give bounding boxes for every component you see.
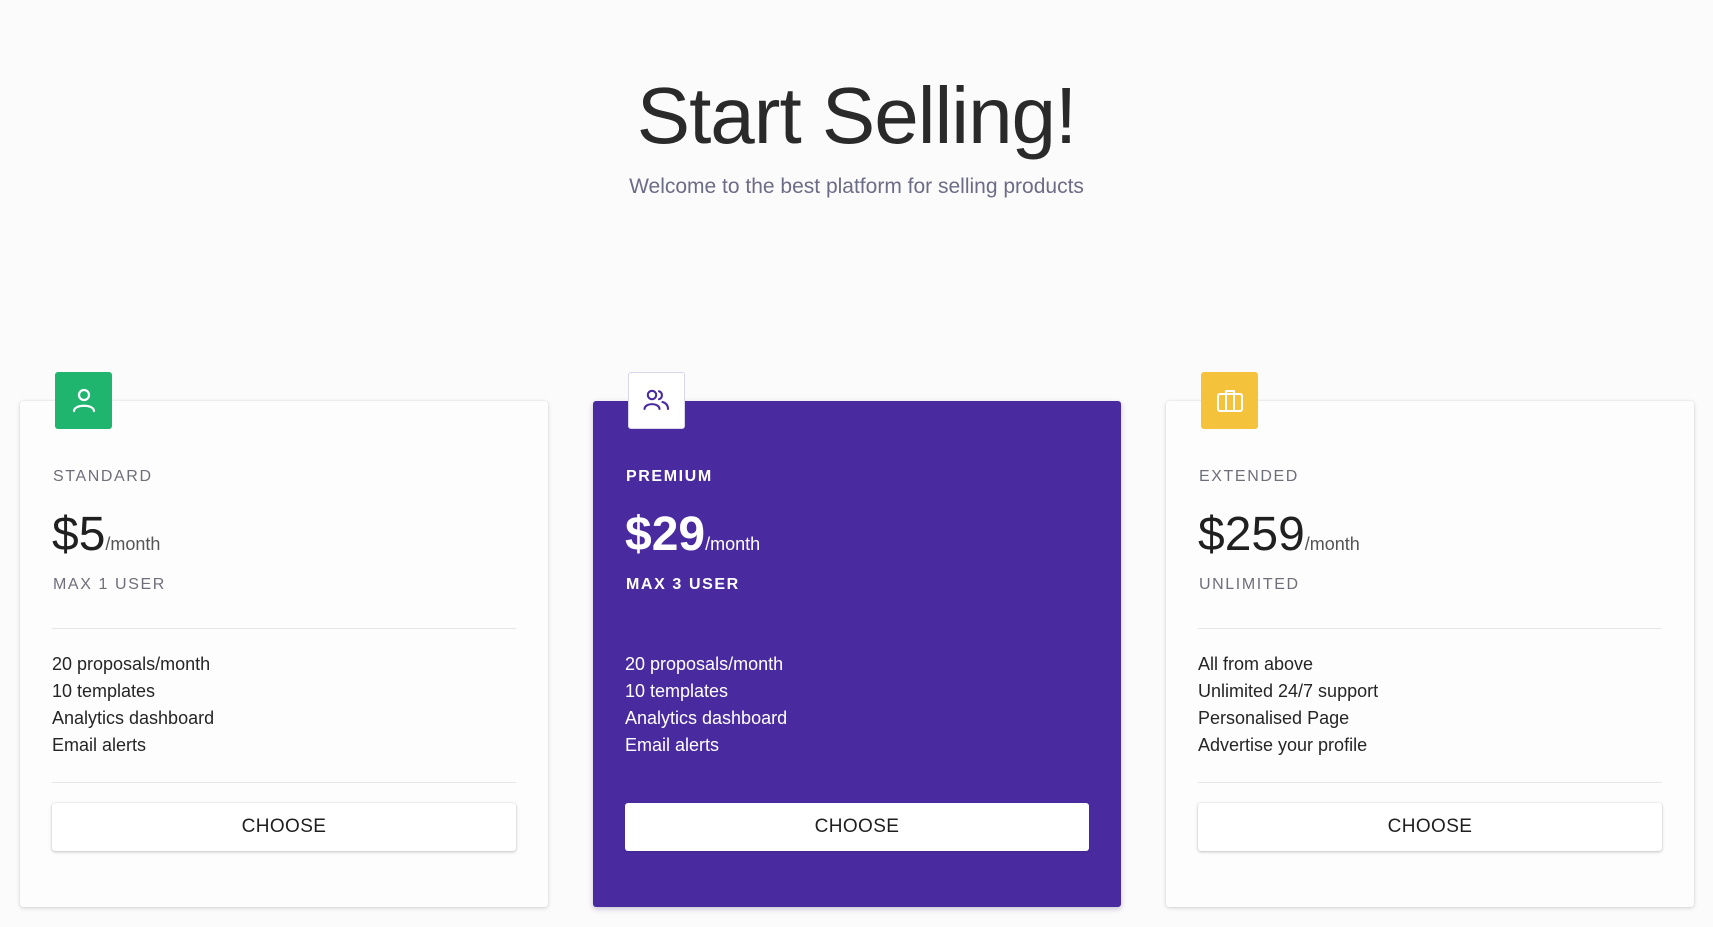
users-icon [628, 372, 685, 429]
briefcase-icon [1201, 372, 1258, 429]
feature-item: Analytics dashboard [52, 708, 215, 728]
feature-item: 10 templates [625, 681, 729, 701]
page-title: Start Selling! [636, 70, 1078, 160]
feature-item: Email alerts [52, 735, 147, 755]
feature-item: Personalised Page [1198, 708, 1350, 728]
feature-item: Analytics dashboard [625, 708, 788, 728]
divider [52, 628, 516, 629]
feature-list: 20 proposals/month 10 templates Analytic… [52, 651, 214, 759]
feature-item: 10 templates [52, 681, 156, 701]
price-row: $259/month [1198, 507, 1360, 563]
plan-price: $29 [625, 508, 706, 561]
plan-user-limit: MAX 3 USER [626, 576, 740, 593]
price-row: $5/month [52, 507, 160, 563]
choose-extended-button[interactable]: CHOOSE [1198, 803, 1662, 851]
price-period: /month [705, 534, 761, 554]
divider [1198, 782, 1662, 783]
divider [625, 628, 1089, 629]
price-period: /month [1304, 534, 1360, 554]
choose-premium-button[interactable]: CHOOSE [625, 803, 1089, 851]
plan-price: $5 [52, 508, 106, 561]
price-row: $29/month [625, 507, 760, 563]
price-period: /month [105, 534, 161, 554]
page-subtitle: Welcome to the best platform for selling… [629, 175, 1084, 198]
feature-item: 20 proposals/month [625, 654, 784, 674]
plan-user-limit: UNLIMITED [1199, 576, 1300, 593]
divider [625, 782, 1089, 783]
plan-user-limit: MAX 1 USER [53, 576, 166, 593]
feature-item: Unlimited 24/7 support [1198, 681, 1379, 701]
feature-list: 20 proposals/month 10 templates Analytic… [625, 651, 787, 759]
plan-name: PREMIUM [626, 468, 713, 485]
feature-item: Advertise your profile [1198, 735, 1368, 755]
choose-standard-button[interactable]: CHOOSE [52, 803, 516, 851]
divider [52, 782, 516, 783]
plan-price: $259 [1198, 508, 1305, 561]
feature-list: All from above Unlimited 24/7 support Pe… [1198, 651, 1378, 759]
user-icon [55, 372, 112, 429]
plan-name: STANDARD [53, 468, 153, 485]
feature-item: Email alerts [625, 735, 720, 755]
plan-name: EXTENDED [1199, 468, 1299, 485]
divider [1198, 628, 1662, 629]
feature-item: All from above [1198, 654, 1314, 674]
plan-card-extended: EXTENDED $259/month UNLIMITED All from a… [1166, 372, 1694, 907]
plan-card-standard: STANDARD $5/month MAX 1 USER 20 proposal… [20, 372, 548, 907]
plan-card-premium: PREMIUM $29/month MAX 3 USER 20 proposal… [593, 372, 1121, 907]
feature-item: 20 proposals/month [52, 654, 211, 674]
